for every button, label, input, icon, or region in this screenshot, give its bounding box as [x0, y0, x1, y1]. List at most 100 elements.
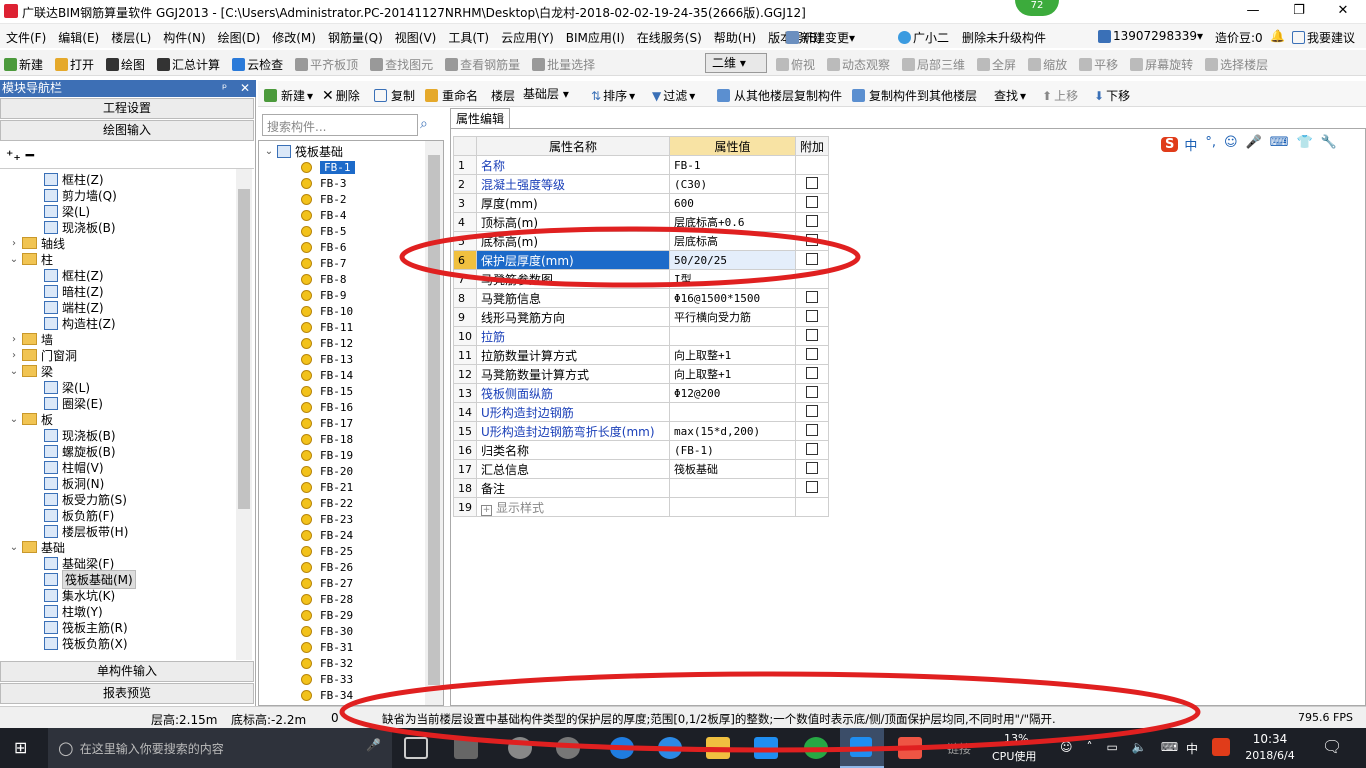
menu-item[interactable]: 钢筋量(Q) — [328, 29, 383, 46]
menu-guangxiaoer[interactable]: 广小二 — [898, 29, 949, 46]
property-row[interactable]: 11 拉筋数量计算方式 向上取整+1 — [453, 345, 830, 365]
component-list-item[interactable]: FB-25 — [301, 543, 353, 559]
find-button[interactable]: 查找 ▾ — [994, 87, 1026, 104]
component-list-item[interactable]: FB-33 — [301, 671, 353, 687]
extra-checkbox[interactable] — [806, 252, 818, 265]
property-row[interactable]: 2 混凝土强度等级 (C30) — [453, 174, 830, 194]
menu-item[interactable]: 云应用(Y) — [501, 29, 554, 46]
property-value[interactable]: (C30) — [669, 174, 796, 194]
toolbar-button[interactable]: 查看钢筋量 — [445, 56, 520, 73]
toolbar-button[interactable]: 绘图 — [106, 56, 145, 73]
nav-tree-item[interactable]: 梁(L) — [44, 379, 90, 395]
property-row[interactable]: 5 底标高(m) 层底标高 — [453, 231, 830, 251]
copy-to-floor-button[interactable]: 复制构件到其他楼层 — [852, 87, 977, 104]
single-component-button[interactable]: 单构件输入 — [0, 661, 254, 682]
nav-tree-item[interactable]: 剪力墙(Q) — [44, 187, 117, 203]
extra-checkbox[interactable] — [806, 214, 818, 227]
ime-toolbar-icon[interactable]: 🔧 — [1321, 135, 1337, 154]
drawing-input-button[interactable]: 绘图输入 — [0, 120, 254, 141]
chevron-up-icon[interactable]: ˄ — [1087, 740, 1093, 754]
component-list-item[interactable]: FB-10 — [301, 303, 353, 319]
nav-scroll-thumb[interactable] — [238, 189, 250, 509]
component-list-item[interactable]: FB-17 — [301, 415, 353, 431]
nav-tree-item[interactable]: 构造柱(Z) — [44, 315, 116, 331]
nav-tree-item[interactable]: 筏板基础(M) — [44, 569, 136, 589]
component-list-item[interactable]: FB-30 — [301, 623, 353, 639]
task-view-icon[interactable] — [404, 737, 428, 759]
component-list-item[interactable]: FB-32 — [301, 655, 353, 671]
tray-ime[interactable]: 中 — [1186, 740, 1198, 757]
component-list-item[interactable]: FB-2 — [301, 191, 347, 207]
nav-tree-item[interactable]: 现浇板(B) — [44, 427, 116, 443]
component-list-item[interactable]: FB-19 — [301, 447, 353, 463]
property-value[interactable]: I型 — [669, 269, 796, 289]
toolbar-button[interactable]: 批量选择 — [532, 56, 595, 73]
property-value[interactable] — [669, 402, 796, 422]
nav-tree-item[interactable]: 框柱(Z) — [44, 171, 104, 187]
property-value[interactable] — [669, 478, 796, 498]
menu-item[interactable]: 绘图(D) — [218, 29, 261, 46]
extra-checkbox[interactable] — [806, 366, 818, 379]
extra-checkbox[interactable] — [806, 461, 818, 474]
nav-tree-item[interactable]: › 门窗洞 — [8, 347, 77, 363]
property-row[interactable]: 17 汇总信息 筏板基础 — [453, 459, 830, 479]
component-list-item[interactable]: FB-18 — [301, 431, 353, 447]
component-list-item[interactable]: FB-23 — [301, 511, 353, 527]
expand-collapse-icon[interactable]: ⁺₊ ━ — [6, 148, 34, 164]
ime-toolbar-icon[interactable]: ☺ — [1224, 135, 1238, 154]
property-row[interactable]: 1 名称 FB-1 — [453, 155, 830, 175]
toolbar-button[interactable]: 汇总计算 — [157, 56, 220, 73]
sogou-tray-icon[interactable] — [1212, 738, 1230, 756]
property-row[interactable]: 14 U形构造封边钢筋 — [453, 402, 830, 422]
sort-button[interactable]: ⇅ 排序 ▾ — [591, 87, 635, 104]
menu-item[interactable]: 文件(F) — [6, 29, 46, 46]
search-icon[interactable]: ⌕ — [420, 116, 428, 132]
nav-tree-item[interactable]: 板负筋(F) — [44, 507, 114, 523]
toolbar-view-button[interactable]: 屏幕旋转 — [1130, 56, 1193, 73]
notifications-icon[interactable]: 🗨 — [1322, 737, 1342, 756]
extra-checkbox[interactable] — [806, 176, 818, 189]
property-row[interactable]: 8 马凳筋信息 Φ16@1500*1500 — [453, 288, 830, 308]
component-list-item[interactable]: FB-4 — [301, 207, 347, 223]
menu-item[interactable]: 在线服务(S) — [637, 29, 702, 46]
nav-tree-item[interactable]: 螺旋板(B) — [44, 443, 116, 459]
nav-tree-item[interactable]: 楼层板带(H) — [44, 523, 128, 539]
menu-item[interactable]: 楼层(L) — [111, 29, 151, 46]
search-input[interactable]: 搜索构件... — [262, 114, 418, 136]
nav-tree-item[interactable]: ⌄ 柱 — [8, 251, 53, 267]
component-list-item[interactable]: FB-16 — [301, 399, 353, 415]
property-value[interactable]: 平行横向受力筋 — [669, 307, 796, 327]
nav-tree-item[interactable]: 现浇板(B) — [44, 219, 116, 235]
extra-checkbox[interactable] — [806, 480, 818, 493]
nav-tree-item[interactable]: 圈梁(E) — [44, 395, 103, 411]
toolbar-view-button[interactable]: 缩放 — [1028, 56, 1067, 73]
ime-toolbar-icon[interactable]: °, — [1205, 135, 1216, 154]
ime-toolbar-icon[interactable]: 中 — [1184, 135, 1197, 154]
property-value[interactable] — [669, 326, 796, 346]
new-component-button[interactable]: 新建 ▾ — [264, 87, 313, 104]
component-list-item[interactable]: FB-14 — [301, 367, 353, 383]
component-list-item[interactable]: FB-24 — [301, 527, 353, 543]
nav-tree-item[interactable]: 柱帽(V) — [44, 459, 104, 475]
extra-checkbox[interactable] — [806, 195, 818, 208]
score-badge[interactable]: 72 — [1015, 0, 1059, 16]
extra-checkbox[interactable] — [806, 442, 818, 455]
toolbar-view-button[interactable]: 局部三维 — [902, 56, 965, 73]
property-row[interactable]: 4 顶标高(m) 层底标高+0.6 — [453, 212, 830, 232]
menu-item[interactable]: 帮助(H) — [714, 29, 756, 46]
windows-start-icon[interactable]: ⊞ — [14, 738, 27, 757]
copy-button[interactable]: 复制 — [374, 87, 415, 104]
toolbar-button[interactable]: 查找图元 — [370, 56, 433, 73]
property-row[interactable]: 19 + 显示样式 — [453, 497, 830, 517]
property-row[interactable]: 16 归类名称 (FB-1) — [453, 440, 830, 460]
ime-toolbar-icon[interactable]: 🎤 — [1246, 135, 1262, 154]
extra-checkbox[interactable] — [806, 347, 818, 360]
app-icon-3[interactable] — [556, 737, 580, 759]
tree-expander-icon[interactable]: ⌄ — [8, 254, 20, 265]
app-icon-2[interactable] — [508, 737, 532, 759]
nav-tree-item[interactable]: ⌄ 板 — [8, 411, 53, 427]
nav-tree-item[interactable]: › 轴线 — [8, 235, 65, 251]
extra-checkbox[interactable] — [806, 423, 818, 436]
nav-tree-item[interactable]: 柱墩(Y) — [44, 603, 103, 619]
fan-app-icon[interactable] — [454, 737, 478, 759]
